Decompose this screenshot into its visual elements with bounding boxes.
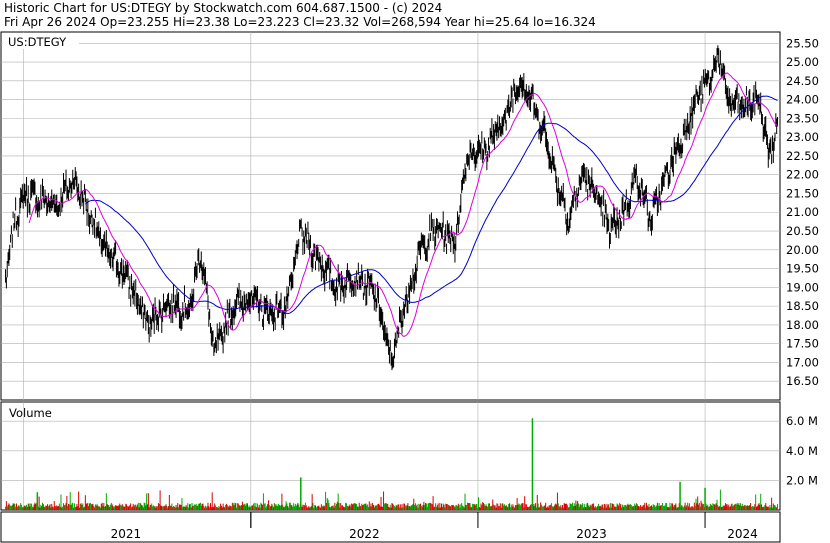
price-tick-label: 18.50 [786,299,819,313]
price-tick-label: 20.00 [786,243,819,257]
price-tick-label: 20.50 [786,224,819,238]
year-label: 2024 [727,527,758,541]
volume-tick-label: 6.0 M [786,414,818,428]
stock-chart: Historic Chart for US:DTEGY by Stockwatc… [0,1,819,543]
price-panel: 16.50 17.00 17.50 18.00 18.50 19.00 19.50 20.00… [0,31,819,401]
year-label: 2021 [111,527,142,541]
volume-tick-label: 2.0 M [786,473,818,487]
price-tick-label: 21.50 [786,186,819,200]
price-tick-label: 17.50 [786,337,819,351]
price-tick-label: 19.00 [786,280,819,294]
price-tick-label: 19.50 [786,262,819,276]
price-tick-label: 18.00 [786,318,819,332]
header-line1: Historic Chart for US:DTEGY by Stockwatc… [4,1,442,15]
price-tick-label: 21.00 [786,205,819,219]
volume-label: Volume [9,406,52,420]
price-tick-label: 23.50 [786,111,819,125]
price-y-axis: 16.50 17.00 17.50 18.00 18.50 19.00 19.50 20.00… [786,36,819,388]
header-line2: Fri Apr 26 2024 Op=23.255 Hi=23.38 Lo=23… [4,15,596,29]
time-axis: 2021 2022 2023 2024 [0,511,781,543]
symbol-label: US:DTEGY [8,35,67,49]
chart-header: Historic Chart for US:DTEGY by Stockwatc… [4,1,596,29]
price-tick-label: 24.50 [786,74,819,88]
price-tick-label: 24.00 [786,93,819,107]
price-tick-label: 25.50 [786,36,819,50]
price-tick-label: 25.00 [786,55,819,69]
volume-panel-frame [0,401,781,511]
year-label: 2022 [349,527,380,541]
year-label: 2023 [576,527,607,541]
price-tick-label: 16.50 [786,374,819,388]
price-tick-label: 23.00 [786,130,819,144]
price-tick-label: 17.00 [786,355,819,369]
price-tick-label: 22.00 [786,168,819,182]
volume-y-axis: 2.0 M 4.0 M 6.0 M [786,414,818,487]
price-tick-label: 22.50 [786,149,819,163]
volume-panel: 2.0 M 4.0 M 6.0 M Volume [0,401,818,511]
volume-tick-label: 4.0 M [786,444,818,458]
